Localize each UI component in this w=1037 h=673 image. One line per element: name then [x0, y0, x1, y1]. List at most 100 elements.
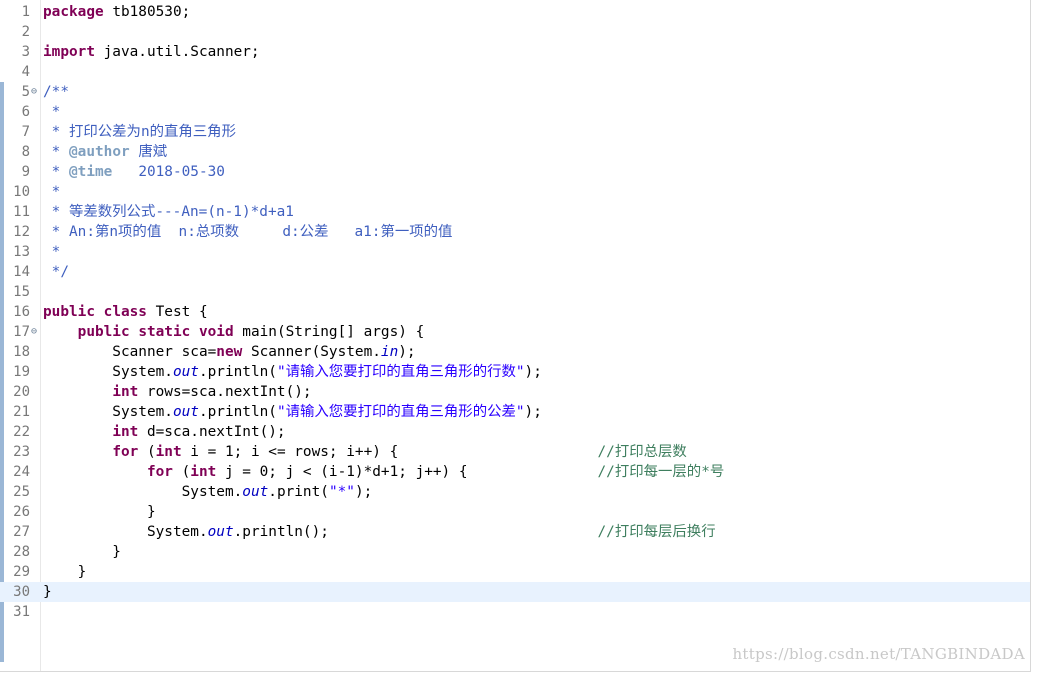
code-line[interactable]: 16 public class Test {: [0, 302, 1030, 322]
code-token: //打印每层后换行: [597, 524, 716, 540]
code-line[interactable]: 22 int d=sca.nextInt();: [0, 422, 1030, 442]
code-line[interactable]: 24 for (int j = 0; j < (i-1)*d+1; j++) {…: [0, 462, 1030, 482]
code-line[interactable]: 12 * An:第n项的值 n:总项数 d:公差 a1:第一项的值: [0, 222, 1030, 242]
code-token: .println(: [198, 404, 277, 420]
code-line[interactable]: 18 Scanner sca=new Scanner(System.in);: [0, 342, 1030, 362]
code-text: Scanner sca=new Scanner(System.in);: [43, 342, 415, 362]
code-token: System.: [43, 484, 243, 500]
code-text: */: [43, 262, 69, 282]
code-line[interactable]: 1 package tb180530;: [0, 2, 1030, 22]
code-line[interactable]: 11 * 等差数列公式---An=(n-1)*d+a1: [0, 202, 1030, 222]
code-line[interactable]: 28 }: [0, 542, 1030, 562]
code-text: * An:第n项的值 n:总项数 d:公差 a1:第一项的值: [43, 222, 453, 242]
code-token: int: [155, 444, 182, 460]
line-number: 13: [13, 244, 30, 260]
code-token: int: [112, 384, 139, 400]
code-token: *: [43, 144, 69, 160]
code-line[interactable]: 7 * 打印公差为n的直角三角形: [0, 122, 1030, 142]
code-token: "请输入您要打印的直角三角形的公差": [276, 404, 525, 420]
line-number: 8: [21, 144, 30, 160]
code-token: }: [43, 564, 87, 580]
line-number: 20: [13, 384, 30, 400]
code-text: System.out.print("*");: [43, 482, 373, 502]
code-text: }: [43, 562, 87, 582]
code-line[interactable]: 21 System.out.println("请输入您要打印的直角三角形的公差"…: [0, 402, 1030, 422]
code-text: for (int i = 1; i <= rows; i++) { //打印总层…: [43, 442, 687, 462]
code-token: .println();: [233, 524, 598, 540]
line-number: 28: [13, 544, 30, 560]
code-token: d=sca.nextInt();: [138, 424, 286, 440]
code-token: .println(: [198, 364, 277, 380]
line-number: 1: [21, 4, 30, 20]
code-line[interactable]: 8 * @author 唐斌: [0, 142, 1030, 162]
code-token: (: [172, 464, 191, 480]
code-token: class: [103, 304, 147, 320]
line-number: 10: [13, 184, 30, 200]
code-line[interactable]: 4: [0, 62, 1030, 82]
line-number: 27: [13, 524, 30, 540]
line-number: 25: [13, 484, 30, 500]
collapse-minus-icon[interactable]: ⊖: [31, 322, 40, 342]
code-token: "请输入您要打印的直角三角形的行数": [276, 364, 525, 380]
code-text: public class Test {: [43, 302, 208, 322]
code-line[interactable]: 19 System.out.println("请输入您要打印的直角三角形的行数"…: [0, 362, 1030, 382]
code-text: }: [43, 542, 121, 562]
code-text: for (int j = 0; j < (i-1)*d+1; j++) { //…: [43, 462, 724, 482]
code-token: */: [43, 264, 69, 280]
code-line[interactable]: 25 System.out.print("*");: [0, 482, 1030, 502]
code-text: *: [43, 102, 61, 122]
code-token: );: [524, 364, 542, 380]
code-editor[interactable]: 1 package tb180530; 2 3 import java.util.Sca…: [0, 0, 1031, 672]
code-line[interactable]: 29 }: [0, 562, 1030, 582]
code-token: "*": [328, 484, 355, 500]
code-line[interactable]: 15: [0, 282, 1030, 302]
code-line[interactable]: 17 ⊖ public static void main(String[] arg…: [0, 322, 1030, 342]
code-line[interactable]: 26 }: [0, 502, 1030, 522]
code-text: /**: [43, 82, 69, 102]
code-text: * 打印公差为n的直角三角形: [43, 122, 236, 142]
code-line[interactable]: 30}: [0, 582, 1030, 602]
code-token: *: [43, 104, 61, 120]
code-line[interactable]: 6 *: [0, 102, 1030, 122]
code-token: Test {: [146, 304, 208, 320]
code-text: * @time 2018-05-30: [43, 162, 225, 182]
collapse-minus-icon[interactable]: ⊖: [31, 82, 40, 102]
code-token: out: [172, 404, 199, 420]
code-lines[interactable]: 1 package tb180530; 2 3 import java.util.Sca…: [0, 2, 1030, 622]
code-line[interactable]: 5 ⊖/**: [0, 82, 1030, 102]
code-line[interactable]: 23 for (int i = 1; i <= rows; i++) { //打…: [0, 442, 1030, 462]
code-line[interactable]: 10 *: [0, 182, 1030, 202]
code-token: //打印总层数: [597, 444, 687, 460]
code-text: }: [43, 582, 52, 602]
code-token: @time: [69, 164, 113, 180]
line-number: 11: [13, 204, 30, 220]
code-line[interactable]: 9 * @time 2018-05-30: [0, 162, 1030, 182]
code-line[interactable]: 20 int rows=sca.nextInt();: [0, 382, 1030, 402]
code-line[interactable]: 27 System.out.println(); //打印每层后换行: [0, 522, 1030, 542]
code-token: (: [138, 444, 156, 460]
code-text: }: [43, 502, 156, 522]
line-number: 26: [13, 504, 30, 520]
code-token: static: [138, 324, 191, 340]
code-line[interactable]: 3 import java.util.Scanner;: [0, 42, 1030, 62]
code-token: );: [354, 484, 373, 500]
code-text: System.out.println("请输入您要打印的直角三角形的公差");: [43, 402, 542, 422]
code-line[interactable]: 14 */: [0, 262, 1030, 282]
code-text: *: [43, 242, 61, 262]
line-number: 30: [13, 584, 30, 600]
code-line[interactable]: 2: [0, 22, 1030, 42]
line-number: 4: [21, 64, 30, 80]
code-token: System.: [43, 364, 173, 380]
code-line[interactable]: 31: [0, 602, 1030, 622]
code-line[interactable]: 13 *: [0, 242, 1030, 262]
code-token: }: [43, 584, 52, 600]
code-token: new: [216, 344, 243, 360]
line-number: 31: [13, 604, 30, 620]
line-number: 15: [13, 284, 30, 300]
code-token: Scanner sca=: [43, 344, 217, 360]
code-text: int d=sca.nextInt();: [43, 422, 286, 442]
